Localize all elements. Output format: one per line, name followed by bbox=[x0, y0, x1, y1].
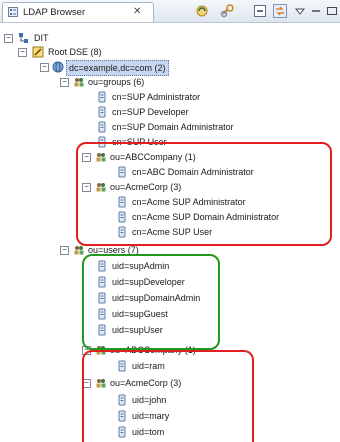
ldap-browser-icon bbox=[8, 7, 18, 17]
collapse-icon[interactable]: − bbox=[4, 34, 13, 43]
tree-node-label: cn=SUP Administrator bbox=[112, 92, 201, 102]
maximize-icon[interactable] bbox=[324, 3, 340, 19]
red-highlight-users bbox=[82, 350, 254, 442]
tree-node-label: dc=example,dc=com (2) bbox=[66, 60, 169, 76]
tree-node-label: cn=SUP Domain Administrator bbox=[112, 122, 234, 132]
collapse-icon[interactable]: − bbox=[40, 63, 49, 72]
dit-icon bbox=[19, 33, 28, 43]
organizational-unit-icon bbox=[74, 78, 84, 87]
view-tab-ldap-browser[interactable]: LDAP Browser ✕ bbox=[2, 2, 154, 22]
collapse-icon[interactable]: − bbox=[60, 78, 69, 87]
green-highlight-users bbox=[82, 254, 220, 350]
globe-icon bbox=[52, 61, 64, 73]
red-highlight-groups bbox=[76, 142, 332, 246]
sync-icon[interactable] bbox=[272, 3, 288, 19]
close-icon[interactable]: ✕ bbox=[133, 6, 141, 17]
view-tab-label: LDAP Browser bbox=[23, 7, 86, 18]
collapse-all-icon[interactable] bbox=[252, 3, 268, 19]
tree-node-label: ou=groups (6) bbox=[88, 77, 145, 87]
entry-icon bbox=[98, 106, 106, 118]
collapse-icon[interactable]: − bbox=[18, 48, 27, 57]
root-dse-icon bbox=[32, 46, 44, 58]
collapse-icon[interactable]: − bbox=[60, 246, 69, 255]
link-icon[interactable] bbox=[220, 3, 236, 19]
tree-node-label: DIT bbox=[34, 33, 49, 43]
entry-icon bbox=[98, 121, 106, 133]
view-titlebar: LDAP Browser ✕ bbox=[0, 0, 340, 23]
tree-node-label: cn=SUP Developer bbox=[112, 107, 189, 117]
view-menu-icon[interactable] bbox=[292, 3, 308, 19]
tree-node-label: Root DSE (8) bbox=[48, 47, 102, 57]
refresh-icon[interactable] bbox=[194, 3, 210, 19]
minimize-icon[interactable] bbox=[308, 3, 324, 19]
entry-icon bbox=[98, 91, 106, 103]
